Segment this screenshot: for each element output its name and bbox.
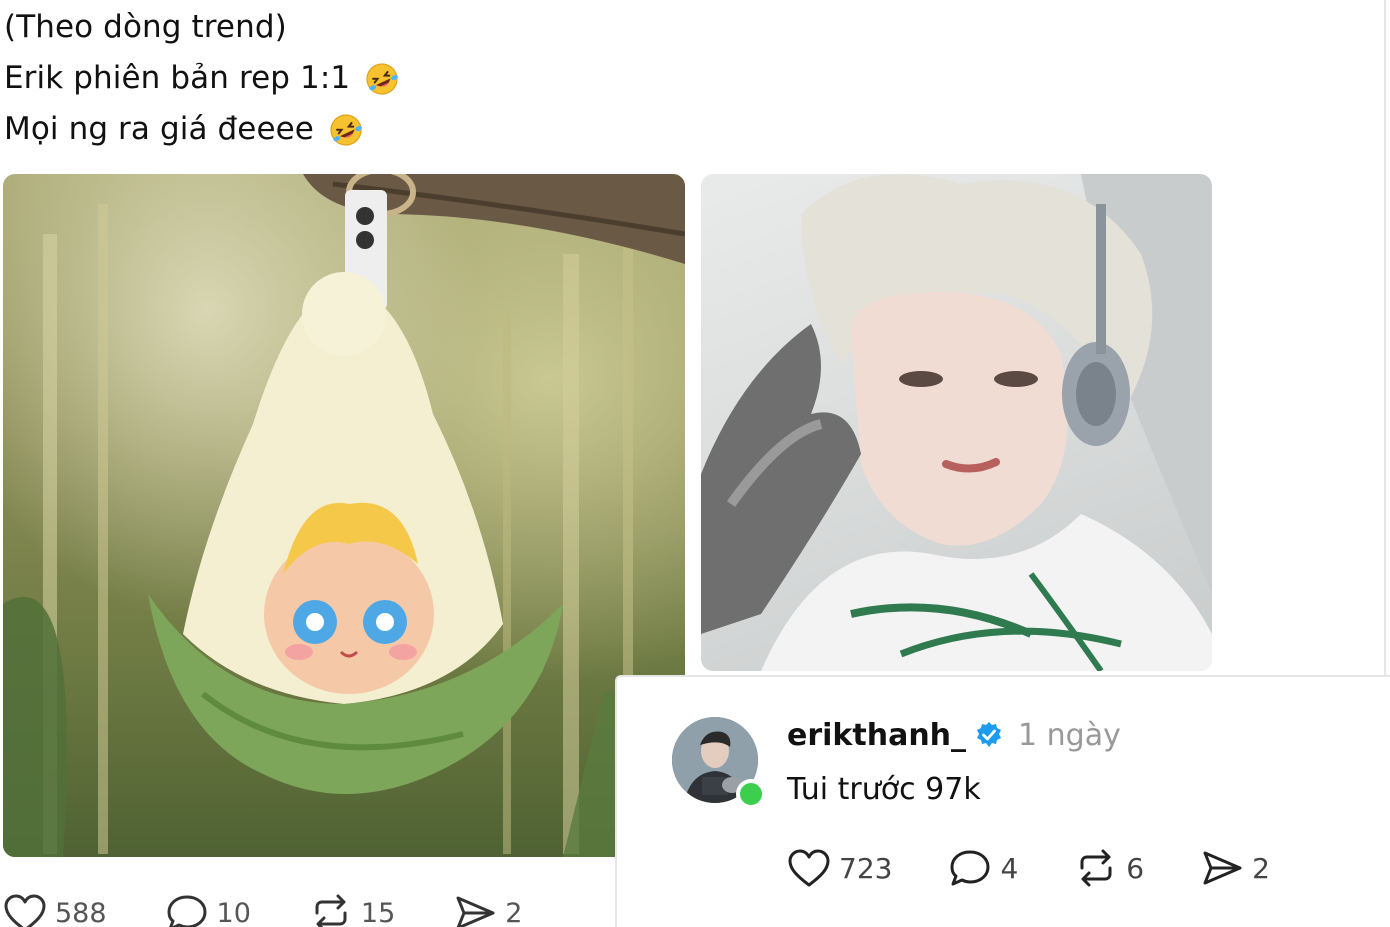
caption-text-1: (Theo dòng trend) [4, 9, 287, 45]
reply-text: Tui trước 97k [787, 772, 981, 807]
reply-repost-button[interactable]: 6 [1074, 848, 1144, 888]
heart-icon [788, 849, 830, 887]
share-count: 2 [505, 897, 523, 927]
caption-text-3: Mọi ng ra giá đeeee [4, 111, 314, 147]
reply-username[interactable]: erikthanh_ [787, 718, 966, 753]
comment-bubble-icon [167, 895, 207, 927]
verified-badge-icon [977, 722, 1002, 747]
reply-share-button[interactable]: 2 [1200, 848, 1270, 888]
rolling-laughing-emoji-icon [330, 113, 362, 146]
caption-line-3: Mọi ng ra giá đeeee [4, 104, 400, 155]
share-button[interactable]: 2 [453, 893, 522, 927]
post-caption: (Theo dòng trend) Erik phiên bản rep 1:1… [4, 2, 400, 155]
reply-header: erikthanh_ 1 ngày [787, 715, 1121, 755]
plush-photo-illustration [3, 174, 685, 857]
singer-photo[interactable] [701, 174, 1212, 671]
feed-screen: (Theo dòng trend) Erik phiên bản rep 1:1… [0, 0, 1390, 927]
post-action-bar: 588 10 15 2 [3, 888, 522, 927]
reply-comment-button[interactable]: 4 [948, 848, 1018, 888]
repost-icon [1080, 849, 1112, 887]
feed-scroll-divider [1384, 0, 1386, 680]
reply-repost-count: 6 [1126, 851, 1145, 885]
reply-card: erikthanh_ 1 ngày Tui trước 97k 723 4 6 … [615, 675, 1390, 927]
reply-like-button[interactable]: 723 [787, 848, 892, 888]
reply-avatar-wrap[interactable] [672, 717, 766, 809]
caption-line-1: (Theo dòng trend) [4, 2, 400, 53]
comment-count: 10 [216, 897, 251, 927]
like-button[interactable]: 588 [3, 893, 107, 927]
plush-keychain-photo[interactable] [3, 174, 685, 857]
comment-bubble-icon [950, 850, 990, 886]
caption-text-2: Erik phiên bản rep 1:1 [4, 60, 351, 96]
comment-button[interactable]: 10 [165, 893, 251, 927]
reply-share-count: 2 [1252, 851, 1270, 885]
rolling-laughing-emoji-icon [366, 62, 399, 95]
caption-line-2: Erik phiên bản rep 1:1 [4, 53, 400, 104]
online-status-indicator [736, 779, 766, 809]
repost-icon [315, 894, 347, 927]
like-count: 588 [55, 897, 107, 927]
singer-photo-illustration [701, 174, 1212, 671]
send-icon [456, 896, 495, 927]
repost-button[interactable]: 15 [309, 893, 395, 927]
send-icon [1203, 851, 1242, 885]
repost-count: 15 [360, 897, 396, 927]
reply-comment-count: 4 [1000, 851, 1019, 885]
heart-icon [4, 894, 46, 927]
reply-action-bar: 723 4 6 2 [787, 845, 1270, 891]
reply-timestamp: 1 ngày [1018, 717, 1121, 753]
reply-like-count: 723 [839, 851, 893, 885]
